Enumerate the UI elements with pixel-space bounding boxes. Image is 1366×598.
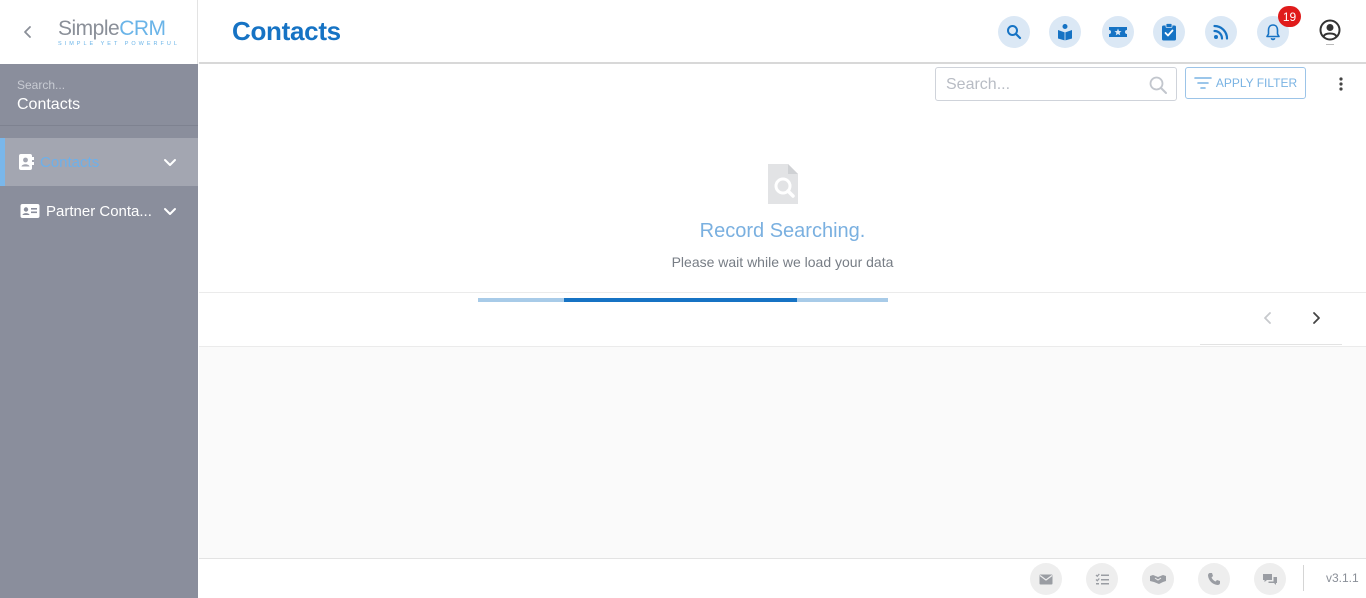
handshake-icon	[1150, 575, 1166, 584]
notification-count-badge: 19	[1278, 6, 1301, 27]
logo-tagline: SIMPLE YET POWERFUL	[58, 41, 180, 47]
global-search-button[interactable]	[998, 16, 1030, 48]
chevron-down-icon[interactable]	[162, 154, 178, 170]
search-icon[interactable]	[1148, 75, 1168, 95]
divider	[199, 292, 1366, 293]
loading-title: Record Searching.	[699, 220, 866, 242]
progress-indicator	[564, 298, 797, 302]
contact-book-icon	[16, 152, 36, 172]
logo-name-part2: CRM	[119, 17, 166, 40]
envelope-icon	[1039, 574, 1053, 584]
chat-button[interactable]	[1254, 563, 1286, 595]
app-root: SimpleCRM SIMPLE YET POWERFUL Search... …	[0, 0, 1366, 598]
chevron-down-icon[interactable]	[162, 203, 178, 219]
footer-separator	[1303, 565, 1304, 591]
phone-icon	[1208, 573, 1220, 585]
filter-icon	[1194, 77, 1212, 89]
more-vertical-icon	[1339, 77, 1343, 91]
apply-filter-button[interactable]: APPLY FILTER	[1185, 67, 1306, 99]
logo-name-part1: Simple	[58, 17, 120, 40]
main-content: APPLY FILTER Record Searching. Please wa…	[199, 66, 1366, 558]
tickets-button[interactable]	[1102, 16, 1134, 48]
clipboard-check-icon	[1162, 23, 1176, 41]
sidebar-module-search[interactable]: Search... Contacts	[0, 64, 198, 126]
top-header: Contacts 19	[199, 0, 1366, 64]
task-list-icon	[1095, 573, 1109, 584]
rss-icon	[1213, 24, 1229, 40]
comments-icon	[1263, 573, 1277, 585]
more-options-button[interactable]	[1333, 74, 1349, 94]
log-call-button[interactable]	[1198, 563, 1230, 595]
chevron-left-icon	[1264, 312, 1271, 324]
logo-text: SimpleCRM	[58, 18, 188, 40]
sidebar-item-label: Partner Conta...	[46, 202, 152, 220]
collapse-sidebar-button[interactable]	[18, 20, 38, 44]
chevron-left-icon	[24, 26, 31, 38]
notifications-button[interactable]: 19	[1257, 6, 1301, 48]
previous-page-button[interactable]	[1258, 308, 1278, 328]
brand-area: SimpleCRM SIMPLE YET POWERFUL	[0, 0, 198, 64]
sidebar-item-label: Contacts	[40, 153, 100, 171]
bell-icon	[1266, 24, 1280, 41]
page-title: Contacts	[232, 16, 341, 46]
log-meeting-button[interactable]	[1142, 563, 1174, 595]
sidebar: SimpleCRM SIMPLE YET POWERFUL Search... …	[0, 0, 198, 598]
knowledge-base-button[interactable]	[1049, 16, 1081, 48]
sidebar-item-contacts[interactable]: Contacts	[0, 138, 198, 186]
list-search-box[interactable]	[935, 67, 1177, 101]
apply-filter-label: APPLY FILTER	[1215, 76, 1298, 90]
logo: SimpleCRM SIMPLE YET POWERFUL	[58, 18, 188, 50]
activity-feed-button[interactable]	[1205, 16, 1237, 48]
sidebar-search-placeholder: Search...	[17, 78, 66, 92]
app-version: v3.1.1	[1326, 571, 1359, 585]
book-reader-icon	[1058, 24, 1072, 41]
list-body-area	[199, 347, 1366, 558]
tasks-button[interactable]	[1153, 16, 1185, 48]
compose-email-button[interactable]	[1030, 563, 1062, 595]
loading-progress-bar	[478, 298, 888, 302]
ticket-icon	[1109, 27, 1127, 37]
user-profile-button[interactable]	[1316, 16, 1344, 48]
sidebar-item-partner-contacts[interactable]: Partner Conta...	[0, 187, 198, 235]
chevron-right-icon	[1313, 312, 1320, 324]
search-icon	[1007, 25, 1022, 40]
pager-underline	[1200, 344, 1342, 345]
footer-bar: v3.1.1	[199, 558, 1366, 598]
file-search-icon	[768, 164, 798, 204]
create-task-button[interactable]	[1086, 563, 1118, 595]
loading-subtitle: Please wait while we load your data	[671, 254, 894, 270]
id-card-icon	[20, 201, 40, 221]
list-search-input[interactable]	[946, 74, 1146, 96]
user-circle-icon	[1319, 19, 1341, 45]
next-page-button[interactable]	[1306, 308, 1326, 328]
sidebar-search-value[interactable]: Contacts	[17, 96, 80, 114]
